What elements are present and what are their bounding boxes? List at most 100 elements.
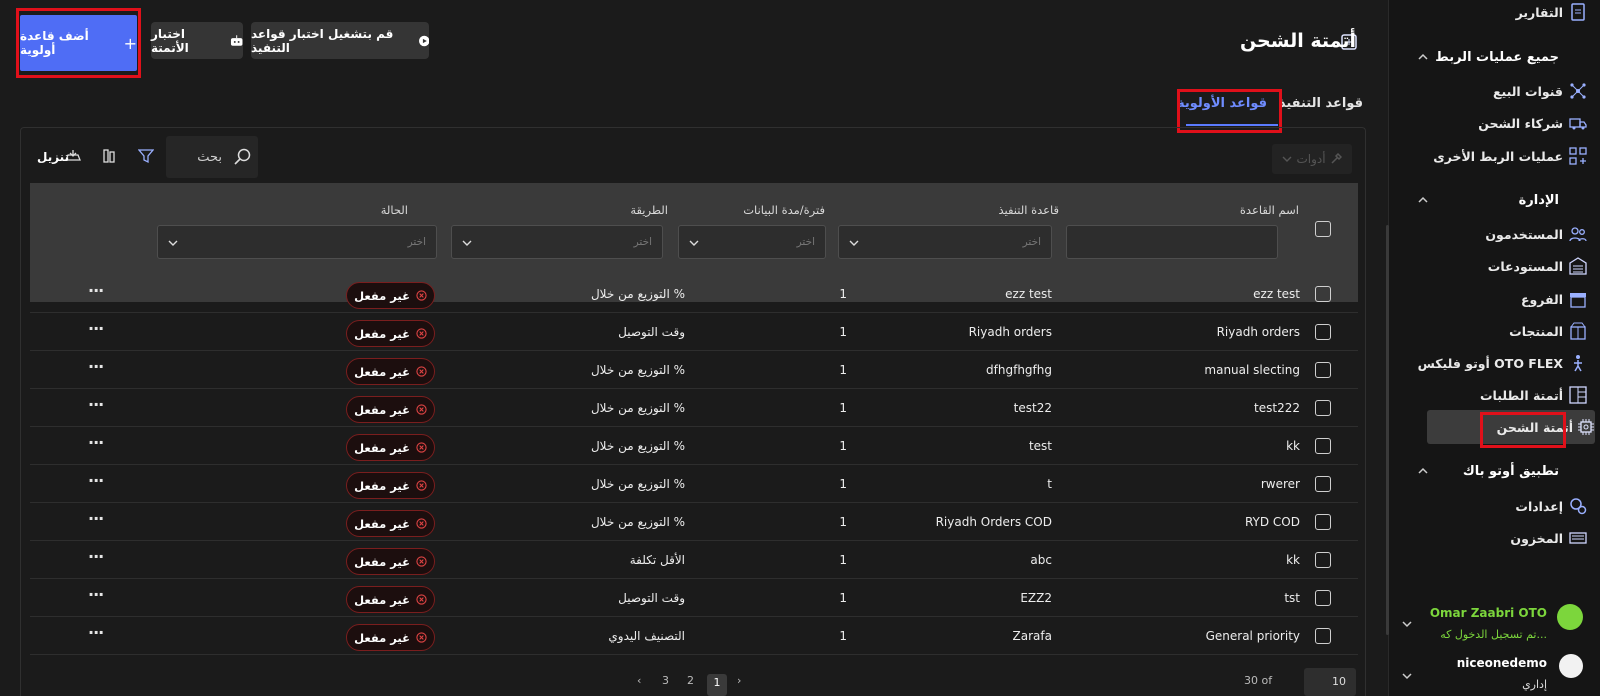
status-badge: غير مفعل bbox=[346, 510, 435, 537]
scrollbar[interactable] bbox=[1386, 225, 1389, 635]
headset-icon bbox=[1557, 604, 1583, 630]
filter-execution-rule[interactable]: اختر bbox=[838, 225, 1052, 259]
pager-page-current[interactable]: 1 bbox=[707, 674, 727, 696]
table-row[interactable]: General priority Zarafa 1 التصنيف اليدوي غير… bbox=[30, 617, 1358, 655]
cell-period: 1 bbox=[839, 401, 847, 415]
pager-prev[interactable]: ‹ bbox=[637, 674, 641, 687]
tools-button[interactable]: أدوات bbox=[1272, 144, 1352, 174]
column-header-status: الحالة bbox=[380, 203, 408, 217]
cell-rule-name: kk bbox=[1286, 439, 1300, 453]
warehouse-icon bbox=[1569, 257, 1587, 275]
row-actions-button[interactable]: ··· bbox=[88, 395, 104, 414]
table-row[interactable]: tst EZZ2 1 وقت التوصيل غير مفعل ··· bbox=[30, 579, 1358, 617]
table-row[interactable]: RYD COD Riyadh Orders COD 1 التوزيع من خلال… bbox=[30, 503, 1358, 541]
sidebar-section-integrations[interactable]: جميع عمليات الربط bbox=[1389, 43, 1600, 71]
test-automation-button[interactable]: اختبار الأتمتة bbox=[151, 22, 243, 59]
column-header-execution-rule: قاعدة التنفيذ bbox=[998, 203, 1059, 217]
cell-method: التوزيع من خلال % bbox=[590, 401, 685, 415]
cell-rule-name: RYD COD bbox=[1244, 515, 1300, 529]
sidebar-item-products[interactable]: المنتجات bbox=[1389, 316, 1600, 346]
row-actions-button[interactable]: ··· bbox=[88, 281, 104, 300]
columns-icon[interactable] bbox=[101, 148, 117, 164]
select-all-checkbox[interactable] bbox=[1315, 221, 1331, 237]
sidebar-section-admin[interactable]: الإدارة bbox=[1389, 186, 1600, 214]
page-size-select[interactable]: 10 bbox=[1304, 668, 1356, 696]
table-row[interactable]: test222 test22 1 التوزيع من خلال % غير مفعل ·… bbox=[30, 389, 1358, 427]
plus-icon: + bbox=[123, 33, 137, 53]
filter-method[interactable]: اختر bbox=[451, 225, 663, 259]
cell-method: التوزيع من خلال % bbox=[590, 439, 685, 453]
download-label[interactable]: تنزيل bbox=[37, 150, 69, 164]
row-checkbox[interactable] bbox=[1315, 362, 1331, 378]
row-checkbox[interactable] bbox=[1315, 438, 1331, 454]
column-header-period: فترة/مدة البيانات bbox=[743, 203, 825, 217]
add-priority-rule-button[interactable]: أضف قاعدة أولوية + bbox=[20, 15, 137, 71]
sidebar-item-label: التقارير bbox=[1515, 4, 1563, 20]
row-checkbox[interactable] bbox=[1315, 476, 1331, 492]
row-checkbox[interactable] bbox=[1315, 400, 1331, 416]
filter-status[interactable]: اختر bbox=[157, 225, 437, 259]
cell-method: التوزيع من خلال % bbox=[590, 287, 685, 301]
pager-next[interactable]: › bbox=[737, 674, 741, 687]
reports-icon bbox=[1571, 3, 1585, 21]
sidebar-item-sales-channels[interactable]: قنوات البيع bbox=[1389, 76, 1600, 106]
pager-page-2[interactable]: 2 bbox=[687, 674, 694, 687]
sidebar-item-reports[interactable]: التقارير bbox=[1389, 0, 1600, 27]
row-actions-button[interactable]: ··· bbox=[88, 471, 104, 490]
status-label: غير مفعل bbox=[354, 630, 410, 645]
sidebar-item-shipping-partners[interactable]: شركاء الشحن bbox=[1389, 108, 1600, 138]
row-checkbox[interactable] bbox=[1315, 514, 1331, 530]
sidebar-item-shipping-automation[interactable]: أتمتة الشحن bbox=[1427, 410, 1595, 444]
status-badge: غير مفعل bbox=[346, 472, 435, 499]
status-label: غير مفعل bbox=[354, 326, 410, 341]
filter-icon[interactable] bbox=[138, 148, 154, 164]
sidebar-item-branches[interactable]: الفروع bbox=[1389, 284, 1600, 314]
row-checkbox[interactable] bbox=[1315, 590, 1331, 606]
row-actions-button[interactable]: ··· bbox=[88, 319, 104, 338]
table-row[interactable]: Riyadh orders Riyadh orders 1 وقت التوصيل غي… bbox=[30, 313, 1358, 351]
sidebar-item-inventory[interactable]: المخزون bbox=[1389, 523, 1600, 553]
search-input[interactable]: بحث bbox=[166, 136, 258, 178]
row-checkbox[interactable] bbox=[1315, 324, 1331, 340]
row-actions-button[interactable]: ··· bbox=[88, 585, 104, 604]
table-row[interactable]: ezz test ezz test 1 التوزيع من خلال % غير مف… bbox=[30, 275, 1358, 313]
row-actions-button[interactable]: ··· bbox=[88, 357, 104, 376]
filter-period[interactable]: اختر bbox=[678, 225, 826, 259]
filter-rule-name[interactable] bbox=[1066, 225, 1278, 259]
tab-priority-rules[interactable]: قواعد الأولوية bbox=[1177, 96, 1267, 111]
sidebar-item-order-automation[interactable]: أتمتة الطلبات bbox=[1389, 380, 1600, 410]
cell-method: وقت التوصيل bbox=[618, 325, 685, 339]
close-circle-icon bbox=[416, 556, 427, 567]
table-row[interactable]: kk abc 1 الأقل تكلفة غير مفعل ··· bbox=[30, 541, 1358, 579]
table-row[interactable]: manual slecting dfhgfhgfhg 1 التوزيع من خلا… bbox=[30, 351, 1358, 389]
tab-execution-rules[interactable]: قواعد التنفيذ bbox=[1279, 96, 1363, 111]
sidebar-item-warehouses[interactable]: المستودعات bbox=[1389, 251, 1600, 281]
status-label: غير مفعل bbox=[354, 288, 410, 303]
row-actions-button[interactable]: ··· bbox=[88, 623, 104, 642]
row-checkbox[interactable] bbox=[1315, 628, 1331, 644]
pager-page-3[interactable]: 3 bbox=[662, 674, 669, 687]
chevron-up-icon bbox=[1418, 467, 1428, 474]
sidebar-item-oto-flex[interactable]: أوتو فليكس OTO FLEX bbox=[1389, 348, 1600, 378]
robot-icon bbox=[230, 34, 243, 46]
tab-active-indicator bbox=[1186, 124, 1278, 126]
cell-method: وقت التوصيل bbox=[618, 591, 685, 605]
account-user[interactable]: niceonedemo إداري bbox=[1389, 652, 1600, 696]
sidebar-item-other-integrations[interactable]: عمليات الربط الأخرى bbox=[1389, 141, 1600, 171]
cell-execution-rule: Riyadh Orders COD bbox=[935, 515, 1052, 529]
cell-period: 1 bbox=[839, 325, 847, 339]
sidebar-item-users[interactable]: المستخدمون bbox=[1389, 219, 1600, 249]
run-rules-test-button[interactable]: قم بتشغيل اختبار قواعد التنفيذ bbox=[251, 22, 429, 59]
row-checkbox[interactable] bbox=[1315, 286, 1331, 302]
cell-rule-name: tst bbox=[1284, 591, 1300, 605]
row-actions-button[interactable]: ··· bbox=[88, 433, 104, 452]
row-actions-button[interactable]: ··· bbox=[88, 509, 104, 528]
row-actions-button[interactable]: ··· bbox=[88, 547, 104, 566]
table-row[interactable]: rwerer t 1 التوزيع من خلال % غير مفعل ··· bbox=[30, 465, 1358, 503]
table-row[interactable]: kk test 1 التوزيع من خلال % غير مفعل ··· bbox=[30, 427, 1358, 465]
chip-icon bbox=[1578, 419, 1594, 435]
row-checkbox[interactable] bbox=[1315, 552, 1331, 568]
support-user[interactable]: Omar Zaabri OTO تم تسجيل الدخول كه... bbox=[1389, 600, 1600, 650]
sidebar-item-settings[interactable]: إعدادات bbox=[1389, 491, 1600, 521]
sidebar-section-otopack[interactable]: تطبيق أوتو باك bbox=[1389, 457, 1600, 485]
